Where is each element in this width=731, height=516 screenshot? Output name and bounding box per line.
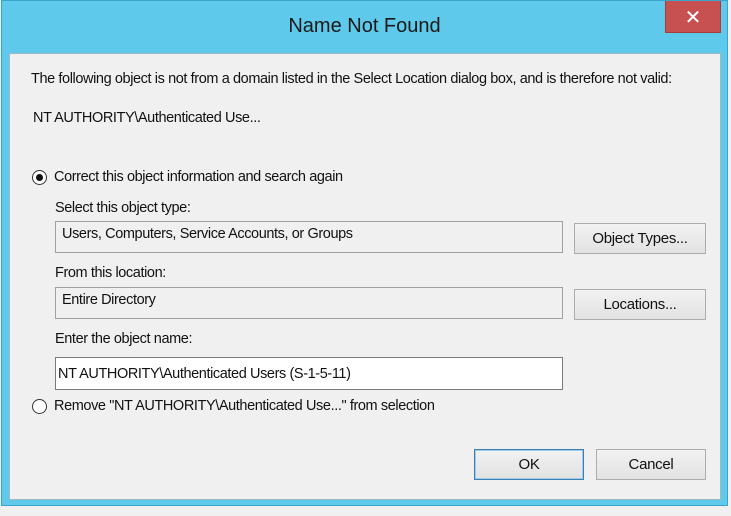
option-remove-row[interactable]: Remove "NT AUTHORITY\Authenticated Use..…: [32, 398, 435, 414]
error-message: The following object is not from a domai…: [31, 71, 672, 87]
location-label: From this location:: [55, 265, 166, 281]
object-types-button[interactable]: Object Types...: [574, 223, 706, 254]
title-bar[interactable]: Name Not Found ✕: [2, 1, 727, 53]
option-correct-row[interactable]: Correct this object information and sear…: [32, 169, 343, 185]
close-icon: ✕: [684, 4, 702, 29]
remove-radio-label: Remove "NT AUTHORITY\Authenticated Use..…: [54, 398, 435, 414]
object-type-label: Select this object type:: [55, 200, 191, 216]
dialog-body: The following object is not from a domai…: [9, 53, 721, 500]
object-name-input[interactable]: [55, 357, 563, 390]
name-not-found-dialog: Name Not Found ✕ The following object is…: [1, 0, 728, 506]
locations-button[interactable]: Locations...: [574, 289, 706, 320]
invalid-object-name: NT AUTHORITY\Authenticated Use...: [33, 110, 261, 126]
location-field: Entire Directory: [55, 287, 563, 319]
close-button[interactable]: ✕: [665, 1, 721, 33]
correct-radio[interactable]: [32, 169, 47, 185]
radio-selected-dot: [36, 173, 43, 181]
dialog-title: Name Not Found: [288, 15, 441, 37]
object-type-field: Users, Computers, Service Accounts, or G…: [55, 221, 563, 253]
ok-button[interactable]: OK: [474, 449, 584, 480]
cancel-button[interactable]: Cancel: [596, 449, 706, 480]
object-name-label: Enter the object name:: [55, 331, 193, 347]
remove-radio[interactable]: [32, 398, 47, 414]
correct-radio-label: Correct this object information and sear…: [54, 169, 343, 185]
